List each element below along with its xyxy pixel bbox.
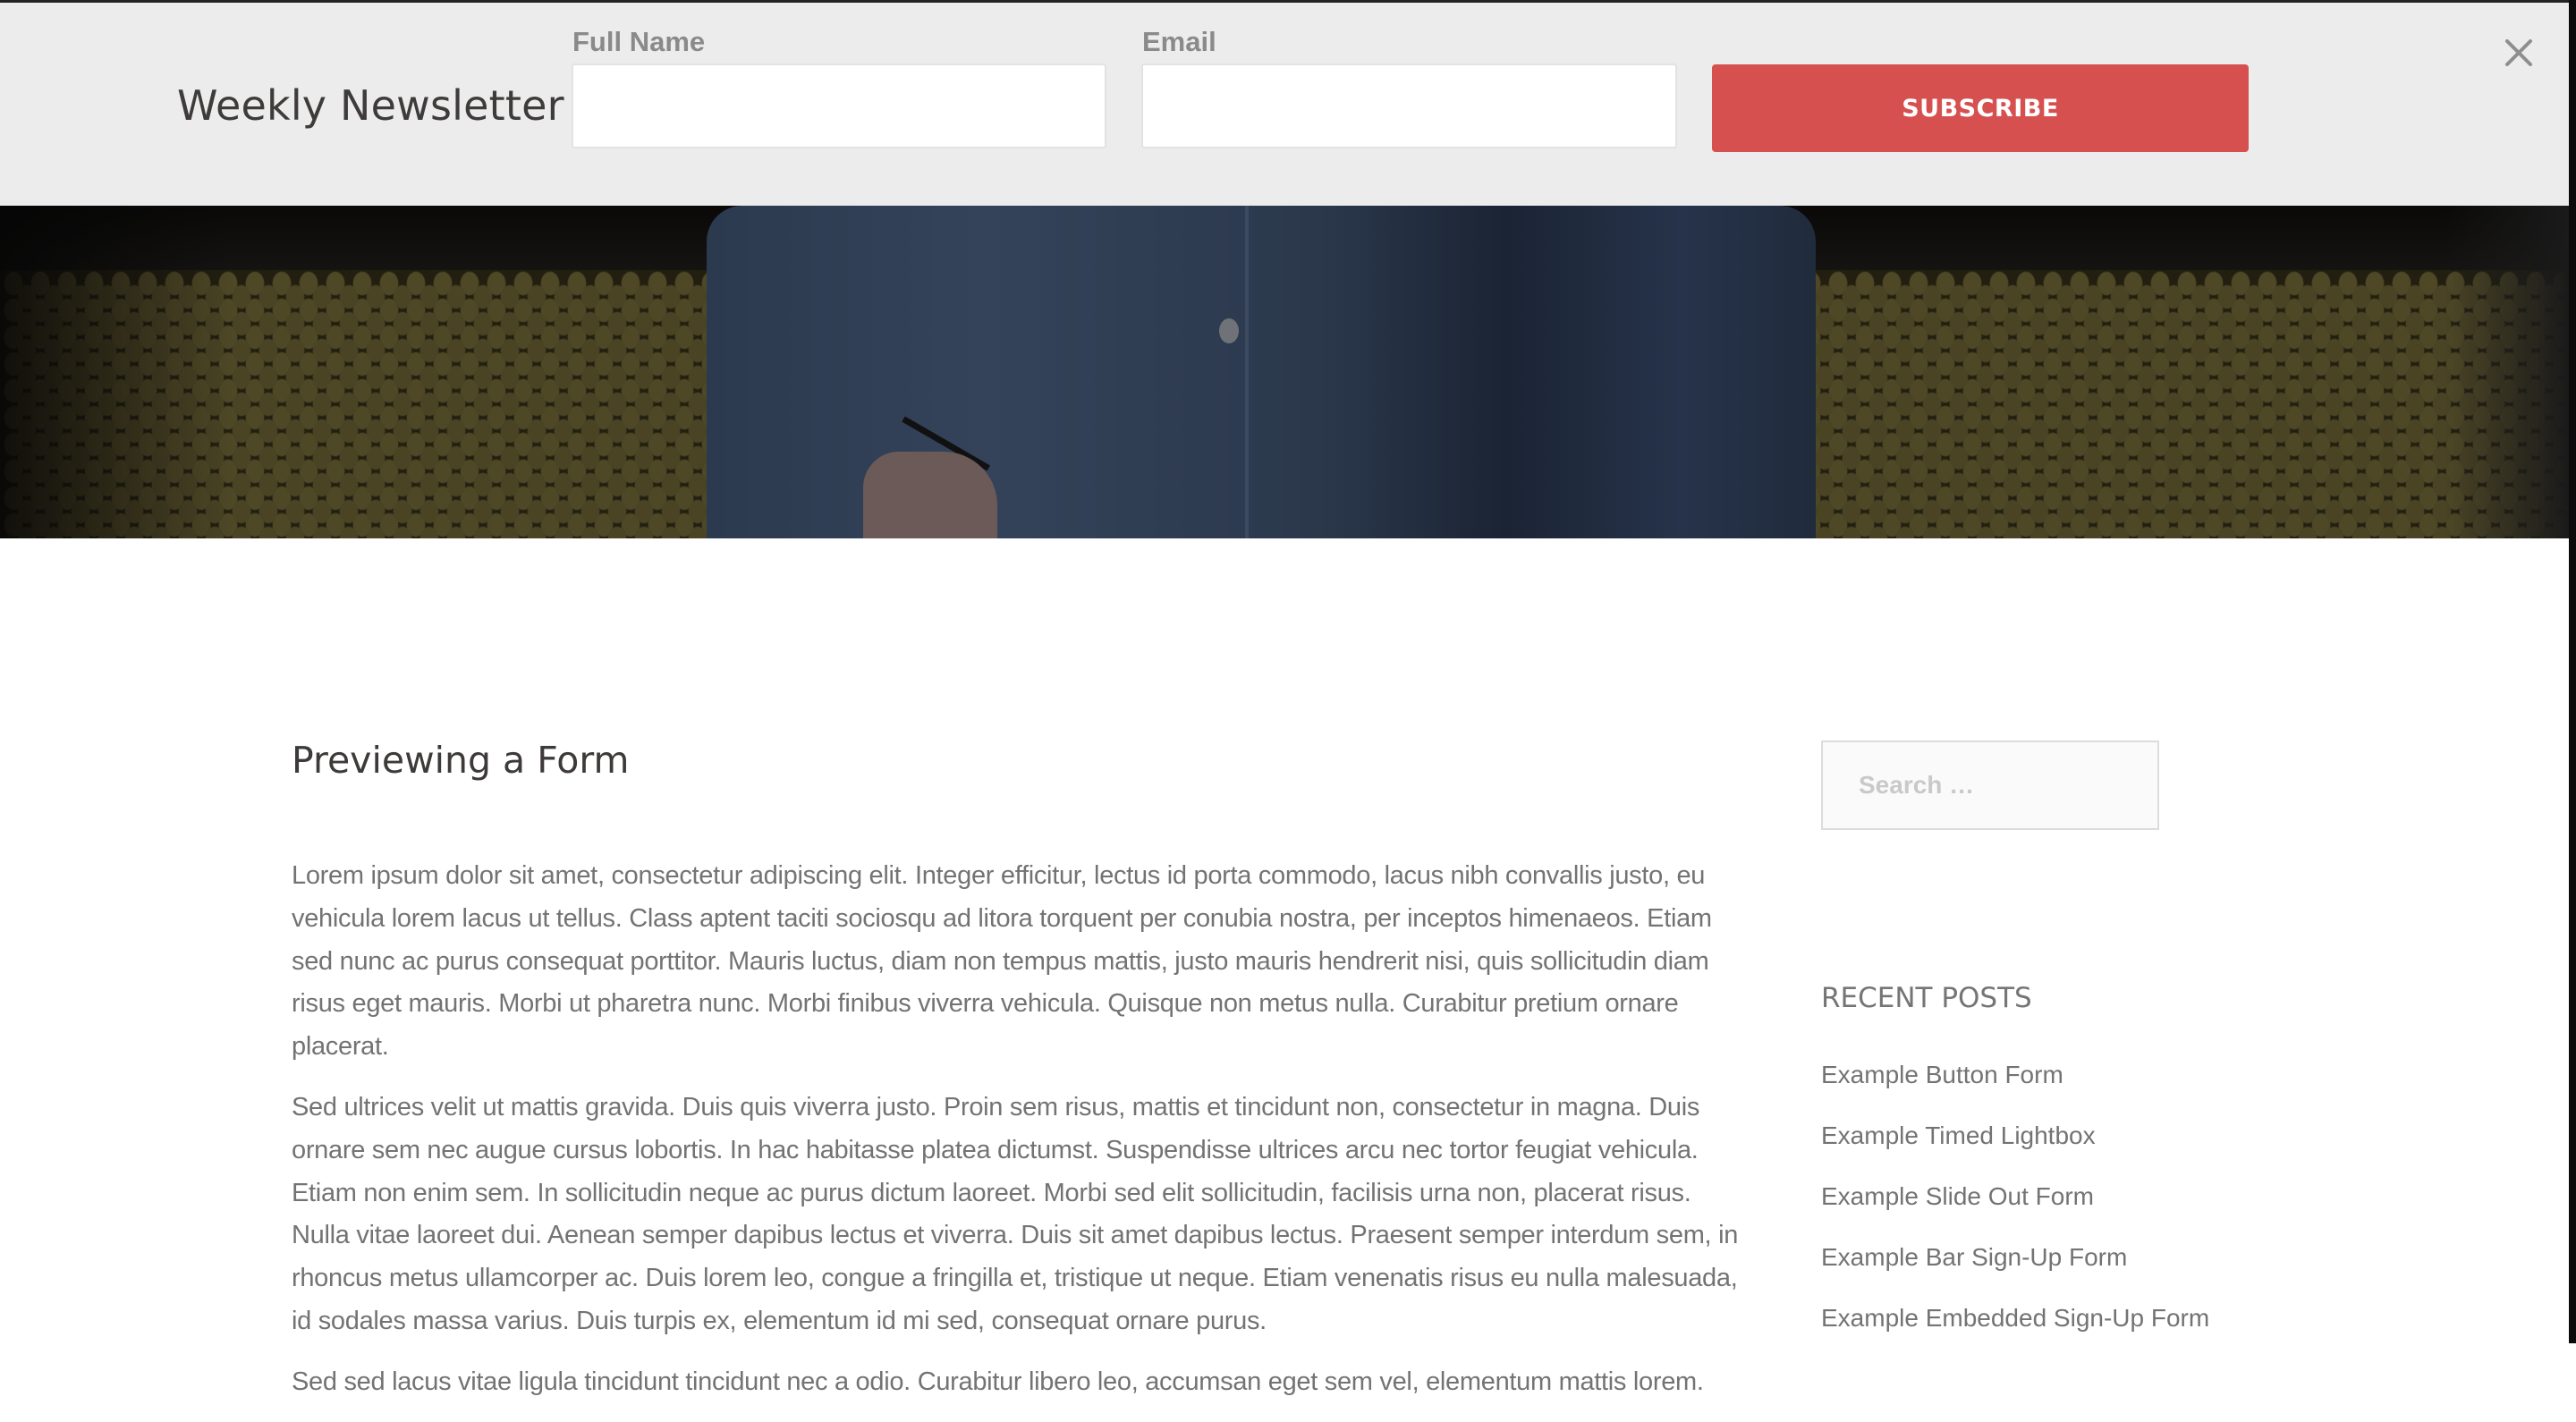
window-right-edge — [2569, 0, 2576, 1343]
recent-post-link[interactable]: Example Bar Sign-Up Form — [1821, 1243, 2127, 1271]
recent-post-item: Example Button Form — [1821, 1061, 2209, 1122]
recent-post-link[interactable]: Example Button Form — [1821, 1061, 2063, 1088]
close-newsletter-button[interactable] — [2501, 35, 2537, 71]
post-body: Lorem ipsum dolor sit amet, consectetur … — [292, 855, 1741, 1422]
post-paragraph: Lorem ipsum dolor sit amet, consectetur … — [292, 861, 1712, 1062]
recent-post-item: Example Bar Sign-Up Form — [1821, 1243, 2209, 1304]
newsletter-bar: Weekly Newsletter Full Name Email SUBSCR… — [0, 3, 2569, 206]
hero-image — [0, 206, 2569, 538]
recent-posts-title: RECENT POSTS — [1821, 982, 2032, 1014]
full-name-label: Full Name — [572, 26, 706, 57]
email-label: Email — [1142, 26, 1216, 57]
hero-shirt-button — [1219, 318, 1239, 343]
full-name-input[interactable] — [572, 63, 1106, 148]
hero-hand — [863, 452, 997, 538]
hero-shade-left — [0, 206, 233, 538]
recent-post-item: Example Timed Lightbox — [1821, 1122, 2209, 1182]
subscribe-button[interactable]: SUBSCRIBE — [1712, 64, 2249, 152]
recent-post-link[interactable]: Example Timed Lightbox — [1821, 1122, 2096, 1149]
recent-post-item: Example Embedded Sign-Up Form — [1821, 1304, 2209, 1365]
recent-post-link[interactable]: Example Slide Out Form — [1821, 1182, 2094, 1210]
recent-post-link[interactable]: Example Embedded Sign-Up Form — [1821, 1304, 2209, 1332]
close-x-icon — [2505, 39, 2532, 66]
hero-shade-right — [2444, 206, 2569, 538]
window-top-edge — [0, 0, 2576, 3]
recent-posts-list: Example Button Form Example Timed Lightb… — [1821, 1061, 2209, 1365]
search-input[interactable] — [1821, 741, 2159, 830]
newsletter-title: Weekly Newsletter — [177, 81, 564, 130]
recent-post-item: Example Slide Out Form — [1821, 1182, 2209, 1243]
hero-shirt-placket — [1245, 206, 1249, 538]
post-paragraph: Sed sed lacus vitae ligula tincidunt tin… — [292, 1367, 1704, 1396]
email-input[interactable] — [1141, 63, 1677, 148]
post-title: Previewing a Form — [292, 739, 630, 782]
post-paragraph: Sed ultrices velit ut mattis gravida. Du… — [292, 1092, 1739, 1335]
